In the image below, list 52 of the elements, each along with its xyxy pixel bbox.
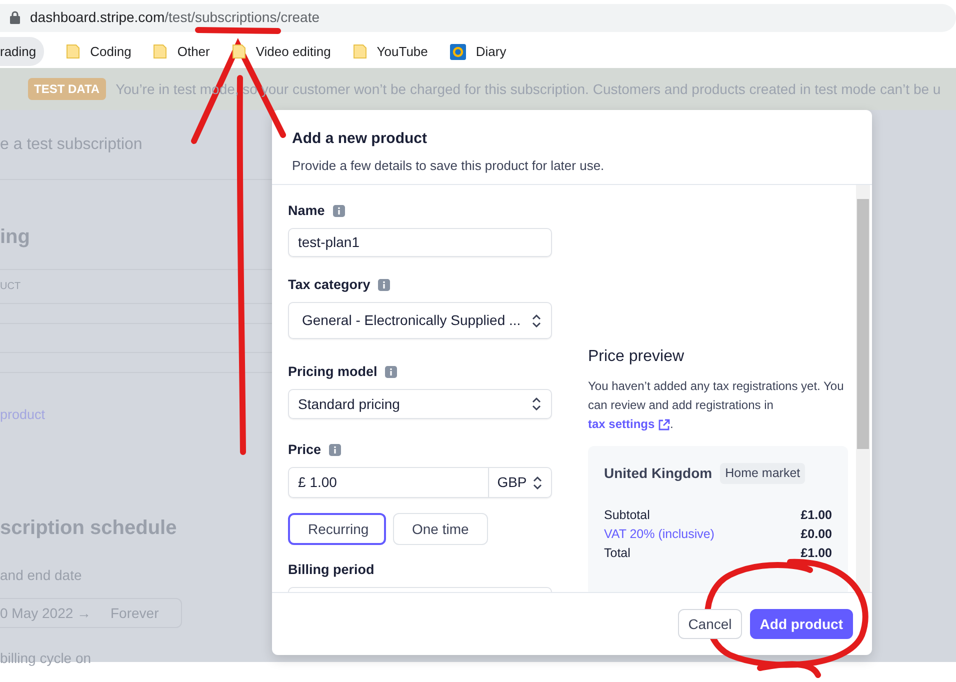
- price-field[interactable]: £ 1.00: [288, 467, 490, 498]
- test-data-badge: TEST DATA: [28, 78, 106, 100]
- field-label: and end date: [0, 566, 83, 586]
- chevron-updown-icon: [532, 474, 543, 490]
- chevron-updown-icon: [531, 396, 542, 412]
- summary-label: Subtotal: [604, 507, 650, 524]
- scrollbar[interactable]: [856, 185, 870, 592]
- summary-value: £1.00: [800, 545, 832, 562]
- tax-settings-link[interactable]: tax settings: [588, 417, 670, 431]
- bookmark[interactable]: YouTube: [352, 42, 428, 62]
- name-field[interactable]: test-plan1: [288, 228, 552, 257]
- preview-note: You haven’t added any tax registrations yet. You can review and add registrations in tax settings .: [588, 378, 845, 433]
- market-tag: Home market: [720, 463, 806, 484]
- select-field[interactable]: General - Electronically Supplied ...: [288, 302, 552, 339]
- bookmark[interactable]: Coding: [66, 42, 132, 62]
- field-label: Pricing model: [288, 362, 378, 381]
- summary-label[interactable]: VAT 20% (inclusive): [604, 525, 714, 544]
- chevron-updown-icon: [531, 312, 542, 328]
- bookmark[interactable]: Other: [153, 42, 210, 62]
- field-label: Tax category: [288, 276, 370, 294]
- field-label: Billing period: [288, 560, 374, 579]
- currency-select[interactable]: GBP: [489, 467, 552, 498]
- summary-label: Total: [604, 545, 630, 562]
- external-link-icon: [658, 418, 670, 431]
- column-header: UCT: [0, 280, 21, 294]
- folder-icon: [153, 44, 168, 59]
- preview-title: Price preview: [588, 347, 686, 367]
- bookmark[interactable]: Video editing: [232, 42, 331, 62]
- folder-icon: [352, 44, 367, 59]
- field-label: Price: [288, 440, 322, 459]
- select-field[interactable]: Standard pricing: [288, 389, 552, 419]
- scrollbar-thumb[interactable]: [857, 199, 869, 449]
- field-label: billing cycle on: [0, 649, 92, 668]
- section-title: scription schedule: [0, 516, 178, 542]
- cancel-button[interactable]: Cancel: [678, 609, 742, 639]
- modal-subtitle: Provide a few details to save this product for later use.: [292, 156, 606, 175]
- folder-icon: [232, 44, 246, 59]
- address-bar[interactable]: dashboard.stripe.com/test/subscriptions/create: [0, 4, 956, 32]
- bookmark[interactable]: rading: [0, 36, 44, 66]
- app-icon: [450, 44, 466, 60]
- bookmark[interactable]: Diary: [450, 42, 506, 62]
- section-title: ing: [0, 225, 31, 250]
- toggle-button[interactable]: One time: [393, 513, 488, 545]
- add-product-button[interactable]: Add product: [750, 609, 853, 639]
- summary-value: £0.00: [800, 526, 832, 543]
- modal-title: Add a new product: [292, 129, 428, 149]
- field-label: Name: [288, 202, 325, 220]
- country-name: United Kingdom: [604, 464, 712, 483]
- lock-icon: [10, 11, 20, 24]
- summary-value: £1.00: [800, 507, 832, 524]
- toggle-button[interactable]: Recurring: [288, 513, 386, 545]
- folder-icon: [66, 44, 80, 59]
